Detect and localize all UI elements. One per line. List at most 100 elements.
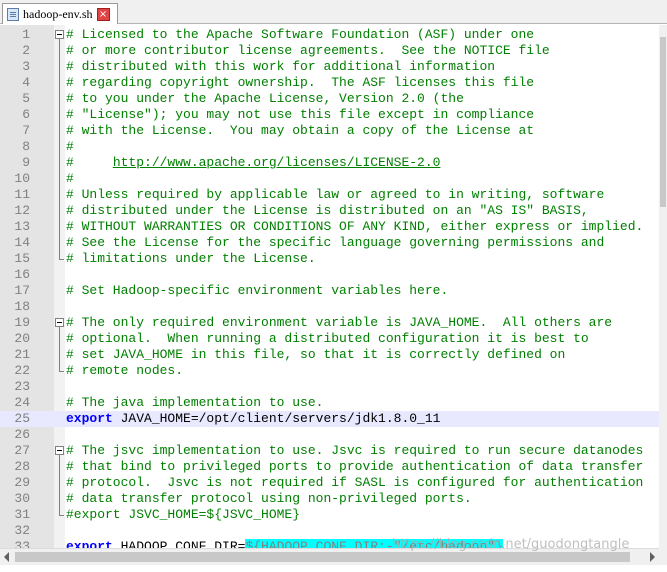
scroll-left-icon[interactable]	[4, 552, 9, 562]
code-line[interactable]: 14 # See the License for the specific lan…	[0, 235, 659, 251]
file-icon	[7, 7, 19, 21]
code-line[interactable]: 6 # "License"); you may not use this file…	[0, 107, 659, 123]
fold-line	[54, 491, 65, 507]
line-number: 5	[22, 91, 30, 106]
code-text: # WITHOUT WARRANTIES OR CONDITIONS OF AN…	[66, 219, 643, 235]
code-token: # limitations under the License.	[66, 251, 316, 266]
code-text: # http://www.apache.org/licenses/LICENSE…	[66, 155, 440, 171]
code-token: # remote nodes.	[66, 363, 184, 378]
fold-collapse-icon[interactable]	[54, 443, 65, 459]
code-line[interactable]: 10 #	[0, 171, 659, 187]
scroll-right-icon[interactable]	[650, 552, 655, 562]
code-token: # Licensed to the Apache Software Founda…	[66, 27, 535, 42]
code-token: #	[66, 155, 113, 170]
code-line[interactable]: 27 # The jsvc implementation to use. Jsvc…	[0, 443, 659, 459]
scrollbar-corner	[659, 548, 667, 565]
fold-blank	[54, 427, 65, 443]
code-token: # protocol. Jsvc is not required if SASL…	[66, 475, 644, 490]
code-token: # that bind to privileged ports to provi…	[66, 459, 644, 474]
vertical-scrollbar[interactable]	[659, 25, 667, 548]
fold-blank	[54, 299, 65, 315]
code-line[interactable]: 28 # that bind to privileged ports to pro…	[0, 459, 659, 475]
line-number: 10	[14, 171, 30, 186]
line-number: 27	[14, 443, 30, 458]
code-line[interactable]: 22 # remote nodes.	[0, 363, 659, 379]
url-link[interactable]: http://www.apache.org/licenses/LICENSE-2…	[113, 155, 441, 170]
fold-line	[54, 123, 65, 139]
line-number: 4	[22, 75, 30, 90]
horizontal-scrollbar-thumb[interactable]	[15, 552, 630, 562]
code-text: # to you under the Apache License, Versi…	[66, 91, 464, 107]
code-line[interactable]: 13 # WITHOUT WARRANTIES OR CONDITIONS OF …	[0, 219, 659, 235]
tab-hadoop-env[interactable]: hadoop-env.sh ×	[2, 3, 118, 24]
line-number: 17	[14, 283, 30, 298]
code-line[interactable]: 24 # The java implementation to use.	[0, 395, 659, 411]
code-text: export HADOOP_CONF_DIR=${HADOOP_CONF_DIR…	[66, 539, 503, 548]
code-token: # WITHOUT WARRANTIES OR CONDITIONS OF AN…	[66, 219, 644, 234]
code-token: # data transfer protocol using non-privi…	[66, 491, 472, 506]
line-number: 2	[22, 43, 30, 58]
code-text: # protocol. Jsvc is not required if SASL…	[66, 475, 643, 491]
code-line[interactable]: 3 # distributed with this work for additi…	[0, 59, 659, 75]
fold-end-marker	[54, 363, 65, 379]
code-text: # Set Hadoop-specific environment variab…	[66, 283, 448, 299]
code-editor[interactable]: 1 # Licensed to the Apache Software Found…	[0, 25, 659, 548]
code-line[interactable]: 11 # Unless required by applicable law or…	[0, 187, 659, 203]
code-token: # or more contributor license agreements…	[66, 43, 550, 58]
line-number: 28	[14, 459, 30, 474]
code-line[interactable]: 15 # limitations under the License.	[0, 251, 659, 267]
fold-collapse-icon[interactable]	[54, 27, 65, 43]
code-line[interactable]: 23	[0, 379, 659, 395]
highlighted-token: ${HADOOP_CONF_DIR:-"/etc/hadoop"}	[245, 539, 503, 548]
horizontal-scrollbar[interactable]	[0, 548, 659, 565]
tab-label: hadoop-env.sh	[23, 6, 93, 21]
fold-line	[54, 459, 65, 475]
fold-blank	[54, 267, 65, 283]
fold-end-marker	[54, 251, 65, 267]
line-number: 15	[14, 251, 30, 266]
code-line[interactable]: 20 # optional. When running a distributed…	[0, 331, 659, 347]
fold-blank	[54, 539, 65, 548]
line-number: 20	[14, 331, 30, 346]
code-line[interactable]: 4 # regarding copyright ownership. The AS…	[0, 75, 659, 91]
code-token: # The jsvc implementation to use. Jsvc i…	[66, 443, 644, 458]
code-line[interactable]: 2 # or more contributor license agreement…	[0, 43, 659, 59]
code-line[interactable]: 26	[0, 427, 659, 443]
line-number: 32	[14, 523, 30, 538]
line-number: 24	[14, 395, 30, 410]
line-number: 3	[22, 59, 30, 74]
code-text: # Unless required by applicable law or a…	[66, 187, 604, 203]
code-line[interactable]: 18	[0, 299, 659, 315]
code-line[interactable]: 9 # http://www.apache.org/licenses/LICENS…	[0, 155, 659, 171]
code-line[interactable]: 12 # distributed under the License is dis…	[0, 203, 659, 219]
fold-line	[54, 59, 65, 75]
code-line[interactable]: 33 export HADOOP_CONF_DIR=${HADOOP_CONF_D…	[0, 539, 659, 548]
line-number: 14	[14, 235, 30, 250]
code-line[interactable]: 17 # Set Hadoop-specific environment vari…	[0, 283, 659, 299]
code-line[interactable]: 8 #	[0, 139, 659, 155]
code-line[interactable]: 7 # with the License. You may obtain a co…	[0, 123, 659, 139]
code-line[interactable]: 29 # protocol. Jsvc is not required if SA…	[0, 475, 659, 491]
tab-bar: hadoop-env.sh ×	[0, 0, 667, 24]
code-line[interactable]: 21 # set JAVA_HOME in this file, so that …	[0, 347, 659, 363]
line-number: 13	[14, 219, 30, 234]
close-tab-icon[interactable]: ×	[96, 7, 110, 21]
code-line[interactable]: 5 # to you under the Apache License, Vers…	[0, 91, 659, 107]
code-line[interactable]: 25 export JAVA_HOME=/opt/client/servers/j…	[0, 411, 659, 427]
code-line[interactable]: 30 # data transfer protocol using non-pri…	[0, 491, 659, 507]
fold-line	[54, 75, 65, 91]
code-text: # The jsvc implementation to use. Jsvc i…	[66, 443, 643, 459]
code-line[interactable]: 31 #export JSVC_HOME=${JSVC_HOME}	[0, 507, 659, 523]
code-token: # distributed with this work for additio…	[66, 59, 496, 74]
code-line[interactable]: 32	[0, 523, 659, 539]
line-number: 33	[14, 539, 30, 548]
fold-collapse-icon[interactable]	[54, 315, 65, 331]
code-line[interactable]: 1 # Licensed to the Apache Software Found…	[0, 27, 659, 43]
code-text: # The java implementation to use.	[66, 395, 323, 411]
code-line[interactable]: 19 # The only required environment variab…	[0, 315, 659, 331]
vertical-scrollbar-thumb[interactable]	[660, 37, 666, 207]
code-text: # See the License for the specific langu…	[66, 235, 604, 251]
line-number: 6	[22, 107, 30, 122]
code-line[interactable]: 16	[0, 267, 659, 283]
code-token: # The java implementation to use.	[66, 395, 324, 410]
